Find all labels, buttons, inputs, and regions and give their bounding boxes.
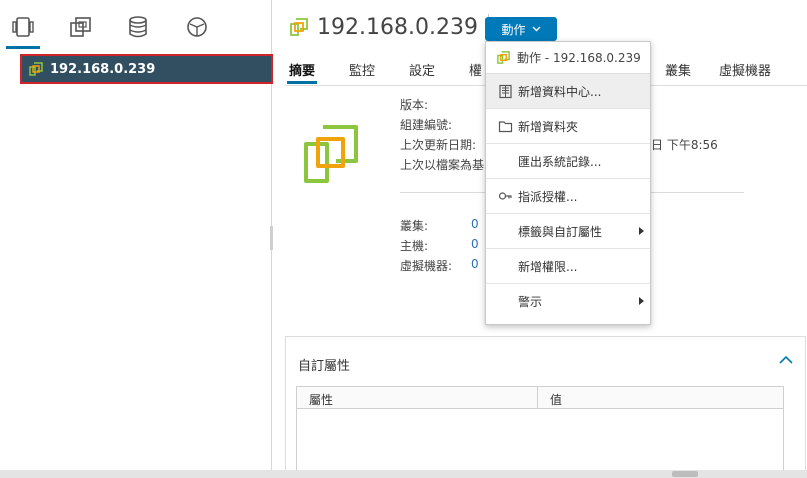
tab-permissions[interactable]: 權	[469, 60, 482, 79]
menu-item-tags-custom-attributes[interactable]: 標籤與自訂屬性	[486, 214, 650, 249]
tab-virtual-machines[interactable]: 虛擬機器	[719, 60, 771, 79]
grid-header: 屬性 值	[297, 387, 783, 409]
build-label: 組建編號:	[400, 118, 453, 132]
horizontal-scrollbar[interactable]	[0, 470, 807, 478]
navigator-tabs	[0, 0, 272, 52]
actions-button-label: 動作	[501, 22, 526, 37]
attributes-grid: 屬性 值	[296, 386, 784, 478]
submenu-arrow-icon	[639, 297, 644, 305]
submenu-arrow-icon	[639, 227, 644, 235]
column-header-value[interactable]: 值	[537, 387, 562, 409]
menu-item-label: 警示	[518, 295, 543, 309]
last-updated-value: 日 下午8:56	[651, 138, 718, 152]
page-title: 192.168.0.239	[317, 14, 478, 40]
clusters-count-link[interactable]: 0	[471, 217, 479, 231]
menu-item-export-system-logs[interactable]: 匯出系統記錄...	[486, 144, 650, 179]
menu-item-label: 匯出系統記錄...	[518, 154, 602, 169]
menu-item-alarms[interactable]: 警示	[486, 284, 650, 319]
menu-item-assign-license[interactable]: 指派授權...	[486, 179, 650, 214]
datacenter-icon	[499, 84, 512, 99]
menu-item-label: 新增權限...	[518, 259, 578, 274]
chevron-down-icon	[532, 26, 540, 32]
vcenter-icon	[497, 51, 510, 64]
menu-item-new-folder[interactable]: 新增資料夾	[486, 109, 650, 144]
tab-configure[interactable]: 設定	[409, 60, 435, 79]
last-updated-label: 上次更新日期:	[400, 138, 477, 152]
column-header-attribute[interactable]: 屬性	[309, 391, 333, 408]
actions-menu-header: 動作 - 192.168.0.239	[486, 42, 650, 74]
object-header: 192.168.0.239	[289, 14, 489, 40]
storage-tab-icon[interactable]	[125, 14, 151, 40]
vcenter-icon	[29, 62, 43, 76]
vcenter-logo-icon	[304, 125, 358, 183]
scrollbar-thumb[interactable]	[672, 471, 698, 477]
inventory-navigator: 192.168.0.239	[0, 0, 274, 478]
panel-title: 自訂屬性	[298, 359, 351, 374]
vms-templates-tab-icon[interactable]	[68, 14, 94, 40]
menu-item-label: 新增資料夾	[518, 119, 579, 134]
actions-button[interactable]: 動作	[485, 17, 557, 41]
vsphere-client: 192.168.0.239 192.168.0.239 動作 摘要 監控 設定 …	[0, 0, 807, 478]
actions-menu: 動作 - 192.168.0.239 新增資料中心... 新增資料夾 匯出系統記…	[485, 41, 651, 325]
key-icon	[498, 192, 512, 200]
menu-item-label: 新增資料中心...	[518, 84, 602, 99]
networking-tab-icon[interactable]	[184, 14, 210, 40]
menu-item-label: 指派授權...	[518, 189, 578, 204]
tree-item-vcenter[interactable]: 192.168.0.239	[20, 54, 273, 84]
menu-item-label: 標籤與自訂屬性	[518, 224, 603, 239]
vcenter-icon	[290, 18, 308, 36]
vms-count-link[interactable]: 0	[471, 257, 479, 271]
folder-icon	[498, 121, 513, 133]
hosts-count-link[interactable]: 0	[471, 237, 479, 251]
clusters-label: 叢集:	[400, 219, 429, 233]
menu-item-add-permission[interactable]: 新增權限...	[486, 249, 650, 284]
tree-item-label: 192.168.0.239	[50, 61, 156, 77]
hosts-label: 主機:	[400, 239, 429, 253]
last-file-backup-label: 上次以檔案為基	[400, 158, 485, 172]
tab-clusters[interactable]: 叢集	[665, 60, 691, 79]
actions-menu-title: 動作 - 192.168.0.239	[517, 51, 641, 65]
tab-monitor[interactable]: 監控	[349, 60, 375, 79]
menu-item-new-datacenter[interactable]: 新增資料中心...	[486, 74, 650, 109]
chevron-up-icon[interactable]	[779, 355, 793, 365]
vms-label: 虛擬機器:	[400, 259, 453, 273]
custom-attributes-panel: 自訂屬性 屬性 值	[285, 336, 806, 478]
version-label: 版本:	[400, 98, 429, 112]
tab-summary[interactable]: 摘要	[286, 60, 318, 84]
hosts-clusters-tab-icon[interactable]	[6, 14, 40, 49]
